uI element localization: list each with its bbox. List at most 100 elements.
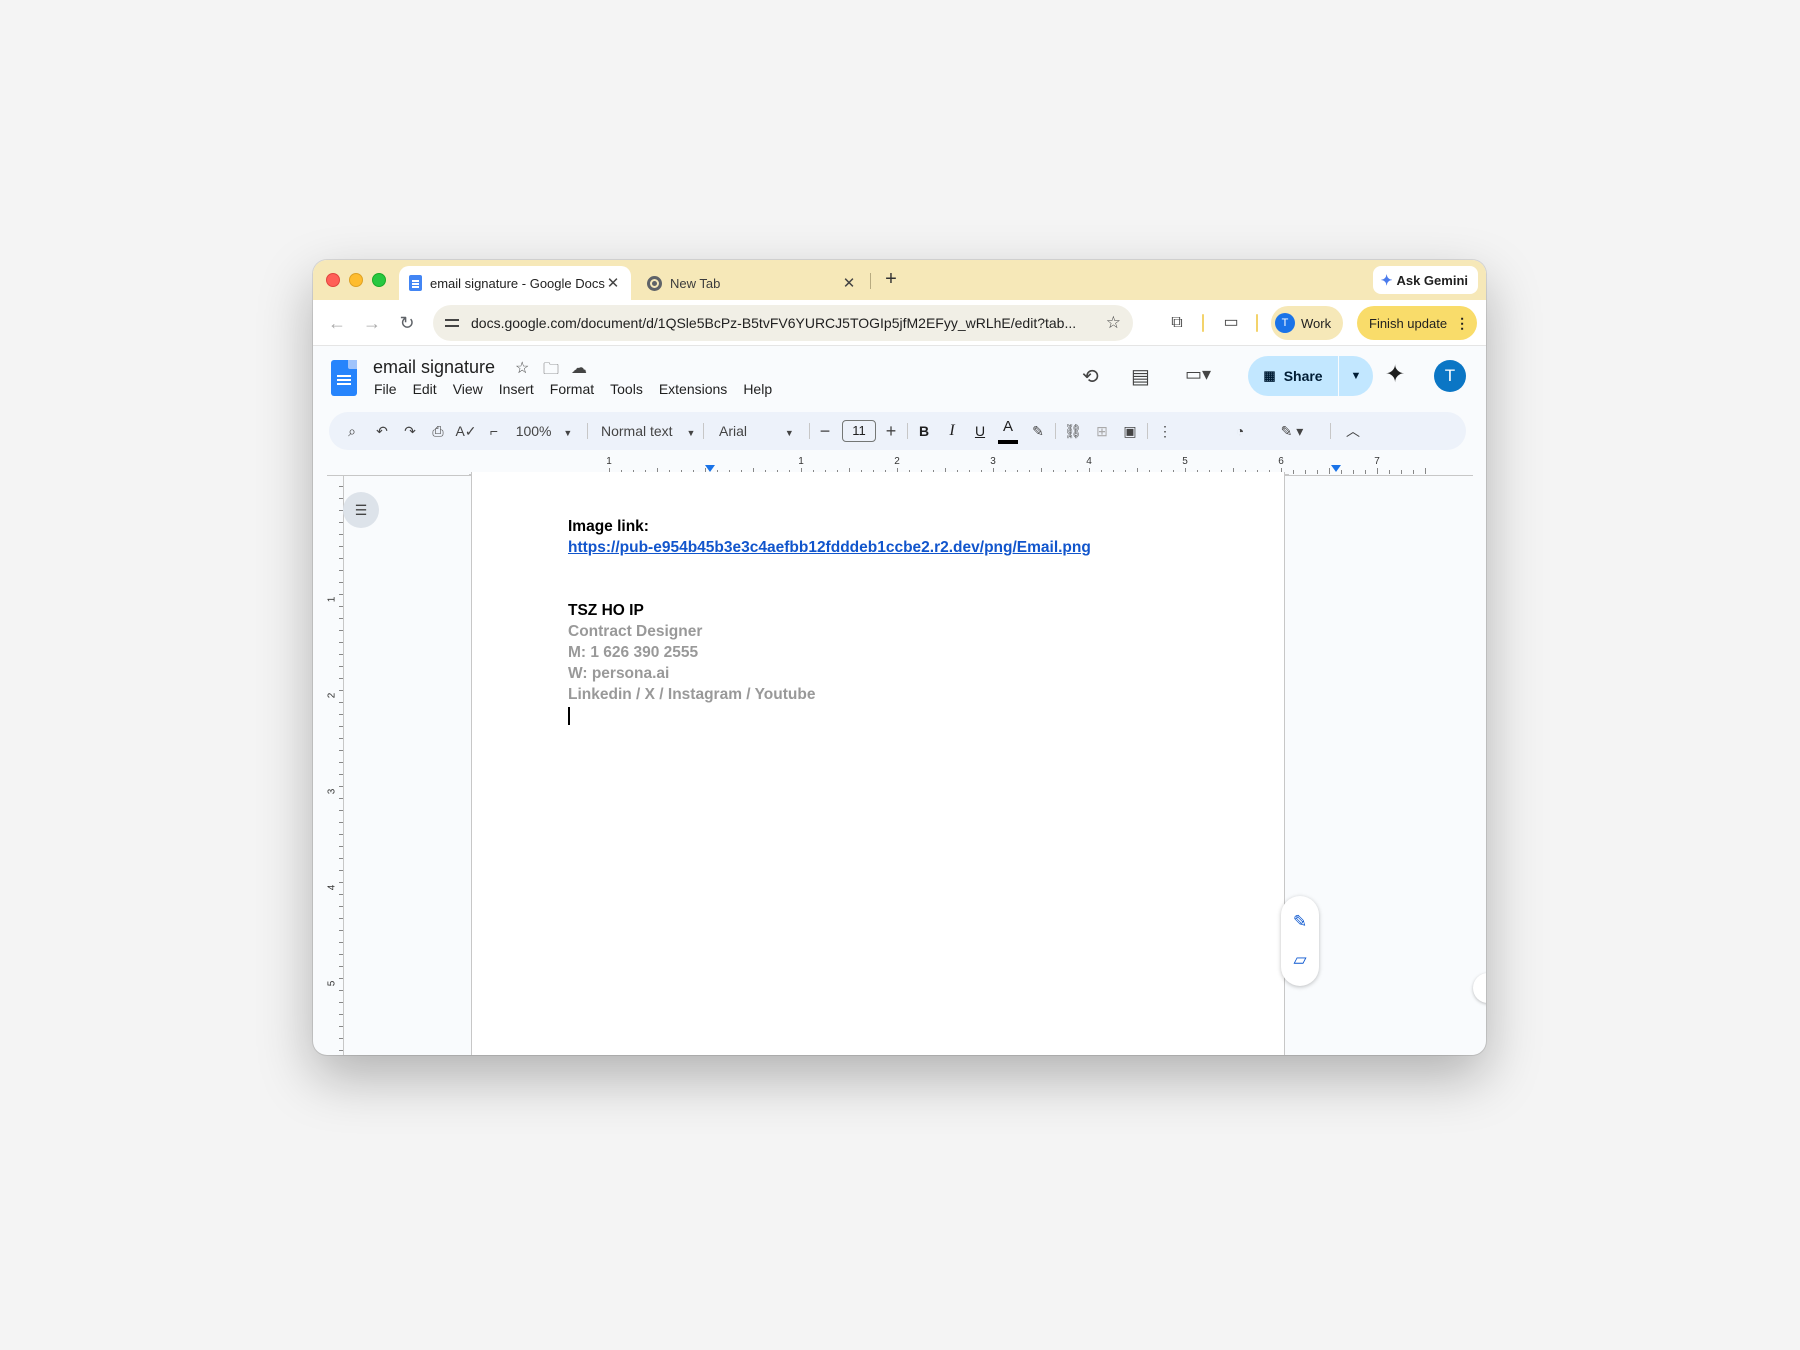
decrease-font-size-icon[interactable]: −: [815, 412, 835, 450]
share-dropdown-chevron-icon[interactable]: ▼: [1339, 356, 1373, 396]
font-size-input[interactable]: 11: [842, 420, 876, 442]
left-indent-marker[interactable]: [705, 465, 715, 472]
add-comment-icon[interactable]: ▱: [1290, 950, 1310, 970]
close-window-button[interactable]: [326, 273, 340, 287]
more-vert-icon[interactable]: ⋮: [1155, 412, 1175, 450]
tab-email-signature[interactable]: email signature - Google Docs ✕: [399, 266, 631, 300]
image-icon[interactable]: ▣: [1119, 412, 1141, 450]
cast-search-icon[interactable]: ▭: [1219, 311, 1243, 335]
font-family-select[interactable]: Arial ▼: [713, 412, 803, 450]
image-url-link[interactable]: https://pub-e954b45b3e3c4aefbb12fdddeb1c…: [568, 537, 1091, 558]
zoom-select[interactable]: 100% ▼: [513, 412, 575, 450]
ruler-number: 1: [606, 456, 612, 467]
meet-video-icon[interactable]: ▭▾: [1185, 364, 1211, 385]
minimize-window-button[interactable]: [349, 273, 363, 287]
formatting-toolbar: ⌕ ↶ ↷ ⎙ A✓ ⌐ 100% ▼ Normal text ▼ Arial …: [329, 412, 1466, 450]
chevron-down-icon: ▼: [563, 428, 573, 438]
ruler-number: 3: [326, 788, 338, 795]
right-indent-marker[interactable]: [1331, 465, 1341, 472]
tab-new-tab[interactable]: New Tab ✕: [637, 266, 867, 300]
finish-update-label: Finish update: [1369, 315, 1448, 331]
help-me-write-icon[interactable]: ✎: [1290, 912, 1310, 932]
google-docs-logo-icon[interactable]: [331, 360, 357, 396]
forward-icon[interactable]: →: [360, 311, 384, 335]
comments-icon[interactable]: ▤: [1131, 364, 1150, 389]
collapse-menus-chevron-up-icon[interactable]: ︿: [1341, 412, 1365, 450]
paragraph-style-select[interactable]: Normal text ▼: [597, 412, 697, 450]
menu-format[interactable]: Format: [542, 381, 602, 397]
ruler-tick: [339, 1050, 343, 1051]
ruler-number: 5: [326, 980, 338, 987]
account-avatar[interactable]: T: [1434, 360, 1466, 392]
spellcheck-icon[interactable]: A✓: [455, 412, 477, 450]
finish-update-button[interactable]: Finish update ⋮: [1357, 306, 1478, 340]
site-info-icon[interactable]: [445, 317, 459, 329]
menu-help[interactable]: Help: [735, 381, 780, 397]
printer-icon[interactable]: ⎙: [427, 412, 449, 450]
back-icon[interactable]: ←: [325, 311, 349, 335]
ruler-tick: [339, 678, 343, 679]
tab-strip: email signature - Google Docs ✕ New Tab …: [313, 260, 1486, 300]
ruler-tick: [1377, 468, 1378, 474]
address-bar[interactable]: docs.google.com/document/d/1QSle5BcPz-B5…: [433, 305, 1133, 341]
ruler-tick: [339, 594, 343, 595]
side-panel-chevron-left-icon[interactable]: ‹: [1473, 973, 1486, 1003]
chevron-down-icon: ▼: [686, 428, 696, 438]
search-icon[interactable]: ⌕: [341, 412, 363, 450]
highlighter-icon[interactable]: ✎: [1027, 412, 1049, 450]
menu-tools[interactable]: Tools: [602, 381, 651, 397]
ruler-number: 5: [1182, 456, 1188, 467]
bold-button[interactable]: B: [913, 412, 935, 450]
ruler-tick: [339, 726, 343, 727]
image-link-label: Image link:: [568, 518, 649, 535]
document-title[interactable]: email signature: [373, 357, 495, 378]
gemini-icon[interactable]: ✦: [1385, 360, 1405, 389]
share-main-button[interactable]: ▦ Share: [1248, 356, 1338, 396]
document-body[interactable]: Image link: https://pub-e954b45b3e3c4aef…: [568, 516, 1091, 725]
menu-file[interactable]: File: [366, 381, 405, 397]
profile-button[interactable]: T Work: [1271, 306, 1344, 340]
undo-icon[interactable]: ↶: [371, 412, 393, 450]
ruler-tick: [339, 762, 343, 763]
menu-edit[interactable]: Edit: [405, 381, 445, 397]
ask-gemini-button[interactable]: ✦ Ask Gemini: [1372, 266, 1478, 294]
star-icon[interactable]: ☆: [515, 358, 529, 378]
share-button[interactable]: ▦ Share ▼: [1248, 356, 1373, 396]
version-history-icon[interactable]: ⟲: [1082, 364, 1099, 389]
ruler-tick: [339, 618, 343, 619]
close-tab-icon[interactable]: ✕: [605, 274, 621, 292]
ruler-tick: [339, 630, 343, 631]
text-color-button[interactable]: A: [998, 418, 1018, 444]
menu-extensions[interactable]: Extensions: [651, 381, 735, 397]
ruler-tick: [1293, 470, 1294, 474]
paint-format-icon[interactable]: ⌐: [483, 412, 505, 450]
editing-mode-pencil-icon[interactable]: ✎ ▾: [1272, 412, 1312, 450]
underline-button[interactable]: U: [969, 412, 991, 450]
document-outline-icon[interactable]: ☰: [343, 492, 379, 528]
editing-history-icon[interactable]: ◔: [1228, 412, 1252, 450]
maximize-window-button[interactable]: [372, 273, 386, 287]
reload-icon[interactable]: ↻: [395, 311, 419, 335]
menu-view[interactable]: View: [445, 381, 491, 397]
add-comment-icon[interactable]: ⊞: [1091, 412, 1113, 450]
italic-button[interactable]: I: [941, 412, 963, 450]
ruler-tick: [339, 990, 343, 991]
bookmark-star-icon[interactable]: ☆: [1106, 313, 1121, 333]
ruler-number: 1: [326, 596, 338, 603]
ruler-tick: [339, 738, 343, 739]
signature-website: W: persona.ai: [568, 665, 670, 682]
more-vert-icon: ⋮: [1455, 314, 1470, 331]
link-icon[interactable]: ⛓: [1061, 412, 1085, 450]
document-page[interactable]: Image link: https://pub-e954b45b3e3c4aef…: [471, 472, 1285, 1055]
cloud-saved-icon[interactable]: ☁: [571, 358, 587, 378]
ruler-tick: [339, 582, 343, 583]
redo-icon[interactable]: ↷: [399, 412, 421, 450]
new-tab-button[interactable]: +: [879, 268, 903, 292]
toolbar-divider: [809, 423, 810, 439]
ruler-tick: [339, 978, 343, 979]
extensions-puzzle-icon[interactable]: ⧉: [1165, 311, 1189, 335]
toolbar-divider: [1256, 314, 1258, 332]
increase-font-size-icon[interactable]: +: [881, 412, 901, 450]
close-tab-icon[interactable]: ✕: [841, 274, 857, 292]
menu-insert[interactable]: Insert: [491, 381, 542, 397]
